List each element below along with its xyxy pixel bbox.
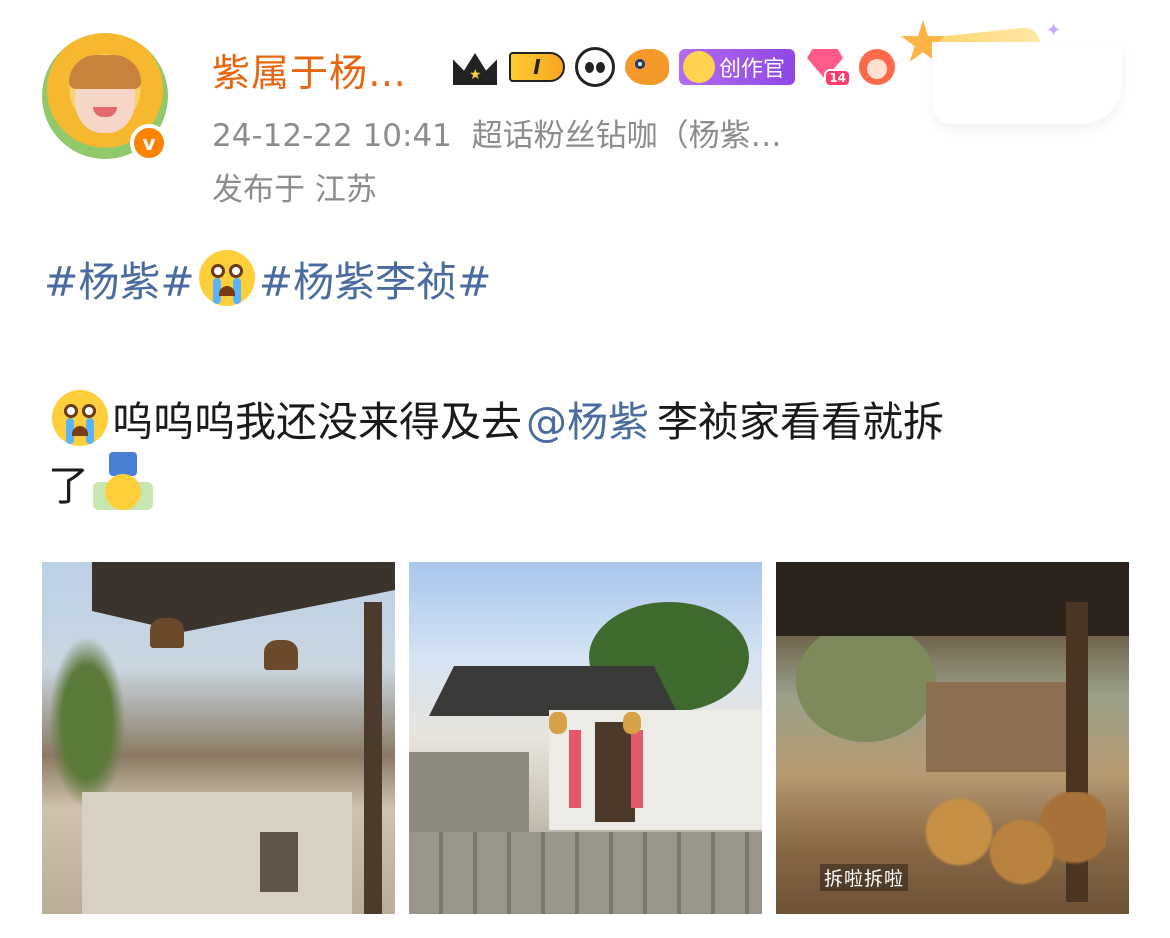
crying-emoji-icon (198, 250, 255, 306)
post-source[interactable]: 超话粉丝钻咖（杨紫… (472, 118, 782, 154)
post-text-before: 呜呜呜我还没来得及去 (112, 398, 522, 446)
creator-badge[interactable]: 创作官 (679, 49, 796, 85)
creator-badge-label: 创作官 (719, 57, 786, 82)
panda-icon[interactable] (575, 47, 615, 87)
author-name[interactable]: 紫属于杨… (212, 42, 407, 97)
hashtag-line: #杨紫# #杨紫李祯# (44, 248, 491, 308)
avatar-face (69, 55, 141, 133)
heart-badge-number: 14 (824, 69, 852, 87)
mention-link[interactable]: @杨紫 (526, 388, 649, 448)
post-location: 发布于 江苏 (212, 172, 377, 208)
crying-emoji-icon (52, 390, 108, 446)
sparkle-icon: ✦ (1046, 20, 1062, 41)
upside-down-emoji-icon (93, 452, 153, 512)
fish-icon[interactable] (625, 49, 669, 85)
photo-3[interactable]: 拆啦拆啦 (776, 562, 1129, 914)
post-timestamp: 24-12-22 10:41 (212, 118, 452, 154)
girl-icon[interactable] (859, 49, 896, 85)
hashtag-yangzi[interactable]: #杨紫# (44, 248, 195, 308)
photo-2[interactable] (409, 562, 762, 914)
post-text-after: 李祯家看看就拆 (657, 398, 944, 446)
post-text-line-1: 呜呜呜我还没来得及去 @杨紫 李祯家看看就拆 (48, 388, 944, 448)
hashtag-yangzi-lizhen[interactable]: #杨紫李祯# (259, 248, 492, 308)
crown-icon[interactable]: ★ (453, 47, 499, 87)
post-text-end: 了 (48, 462, 89, 510)
fan-tag[interactable]: ✦ (900, 18, 1130, 130)
post-text-line-2: 了 (48, 452, 153, 512)
photo-caption: 拆啦拆啦 (820, 864, 909, 891)
level-badge[interactable]: I (509, 52, 565, 82)
post-meta: 24-12-22 10:41 超话粉丝钻咖（杨紫… (212, 110, 782, 155)
badge-row: ★ I 创作官 14 (453, 44, 896, 90)
diamond-heart-icon[interactable]: 14 (805, 47, 852, 87)
photo-1[interactable] (42, 562, 395, 914)
verified-icon: v (130, 124, 168, 162)
